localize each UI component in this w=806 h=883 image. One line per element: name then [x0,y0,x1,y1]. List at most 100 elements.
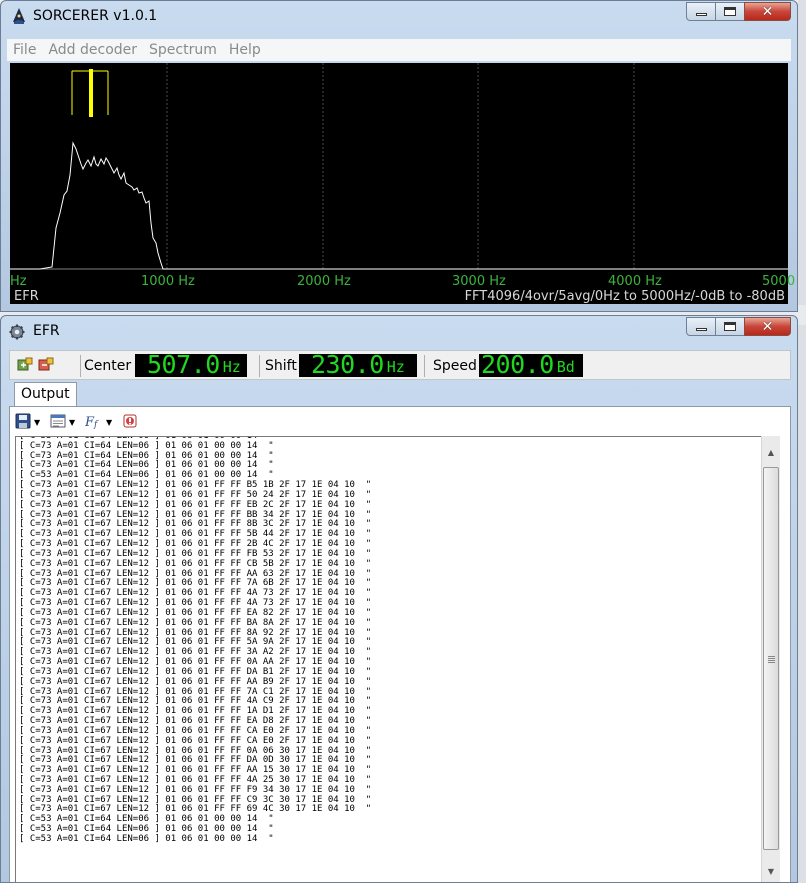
freq-label-2000: 2000 Hz [297,274,351,289]
shift-label: Shift [265,358,297,374]
output-line: [ C=73 A=01 CI=67 LEN=12 ] 01 06 01 FF F… [19,774,372,785]
center-unit: Hz [222,358,241,376]
output-scrollbar[interactable]: ▲ ▼ [761,436,780,882]
output-line: [ C=73 A=01 CI=67 LEN=12 ] 01 06 01 FF F… [19,539,372,550]
efr-close-button[interactable]: ✕ [744,317,791,336]
tab-output[interactable]: Output [14,382,77,407]
output-line: [ C=53 A=01 CI=64 LEN=06 ] 01 06 01 00 0… [19,824,274,835]
output-line: [ C=73 A=01 CI=67 LEN=12 ] 01 06 01 FF F… [19,804,372,815]
output-line: [ C=73 A=01 CI=67 LEN=12 ] 01 06 01 FF F… [19,578,372,589]
shift-value: 230.0 [311,354,384,377]
output-panel: ▼ ▼ F f ▼ [ C=53 A=01 CI=64 LEN=06 ] 01 … [9,406,791,882]
output-line: [ C=73 A=01 CI=64 LEN=06 ] 01 06 01 00 0… [19,460,274,471]
output-line: [ C=73 A=01 CI=67 LEN=12 ] 01 06 01 FF F… [19,617,372,628]
efr-maximize-button[interactable] [715,317,745,336]
output-text: [ C=53 A=01 CI=64 LEN=06 ] 01 06 01 00 0… [19,437,372,845]
tab-strip: Output [9,382,791,407]
menu-help[interactable]: Help [223,42,267,58]
efr-minimize-button[interactable] [686,317,716,336]
freq-label-3000: 3000 Hz [452,274,506,289]
freq-label-4000: 4000 Hz [608,274,662,289]
output-line: [ C=73 A=01 CI=67 LEN=12 ] 01 06 01 FF F… [19,558,372,569]
output-line: [ C=73 A=01 CI=67 LEN=12 ] 01 06 01 FF F… [19,529,372,540]
menu-add-decoder[interactable]: Add decoder [42,42,143,58]
format-dropdown-arrow[interactable]: ▼ [69,418,75,427]
output-line: [ C=73 A=01 CI=67 LEN=12 ] 01 06 01 FF F… [19,794,372,805]
output-line: [ C=73 A=01 CI=67 LEN=12 ] 01 06 01 FF F… [19,745,372,756]
decoder-label: EFR [14,289,39,304]
output-line: [ C=73 A=01 CI=67 LEN=12 ] 01 06 01 FF F… [19,765,372,776]
menu-file[interactable]: File [7,42,42,58]
freq-label-5000: 5000 [762,274,796,289]
freq-label-1000: 1000 Hz [141,274,195,289]
output-line: [ C=73 A=01 CI=67 LEN=12 ] 01 06 01 FF F… [19,696,372,707]
efr-window: EFR ✕ Center 507.0 Hz Shift 230.0 Hz Spe… [0,315,798,883]
output-line: [ C=73 A=01 CI=67 LEN=12 ] 01 06 01 FF F… [19,509,372,520]
output-line: [ C=73 A=01 CI=64 LEN=06 ] 01 06 01 00 0… [19,440,274,451]
minimize-icon [695,328,707,331]
add-plugin-icon[interactable] [16,357,34,374]
close-button[interactable]: ✕ [744,2,791,21]
output-line: [ C=73 A=01 CI=67 LEN=12 ] 01 06 01 FF F… [19,735,372,746]
output-line: [ C=73 A=01 CI=67 LEN=12 ] 01 06 01 FF F… [19,489,372,500]
output-line: [ C=73 A=01 CI=67 LEN=12 ] 01 06 01 FF F… [19,666,372,677]
output-line: [ C=73 A=01 CI=67 LEN=12 ] 01 06 01 FF F… [19,755,372,766]
scroll-thumb[interactable] [763,467,779,850]
center-value: 507.0 [147,354,220,377]
output-line: [ C=73 A=01 CI=67 LEN=12 ] 01 06 01 FF F… [19,627,372,638]
main-titlebar[interactable]: SORCERER v1.0.1 ✕ [1,1,797,31]
font-icon[interactable]: F f [85,413,103,429]
output-line: [ C=73 A=01 CI=67 LEN=12 ] 01 06 01 FF F… [19,637,372,648]
fft-info: FFT4096/4ovr/5avg/0Hz to 5000Hz/-0dB to … [464,289,785,304]
gear-icon [9,324,25,340]
spectrum-display[interactable]: Hz 1000 Hz 2000 Hz 3000 Hz 4000 Hz 5000 … [10,63,795,304]
shift-unit: Hz [386,358,405,376]
save-dropdown-arrow[interactable]: ▼ [34,418,40,427]
output-line: [ C=73 A=01 CI=67 LEN=12 ] 01 06 01 FF F… [19,647,372,658]
speed-display[interactable]: 200.0 Bd [479,354,583,377]
efr-window-title: EFR [33,323,60,339]
close-icon: ✕ [761,318,774,335]
scroll-down-button[interactable]: ▼ [763,863,779,879]
scroll-up-button[interactable]: ▲ [763,444,779,460]
speed-label: Speed [433,358,477,374]
speed-value: 200.0 [481,354,554,377]
center-frequency-display[interactable]: 507.0 Hz [135,354,247,377]
center-label: Center [84,358,132,374]
output-line: [ C=73 A=01 CI=67 LEN=12 ] 01 06 01 FF F… [19,686,372,697]
format-icon[interactable] [50,413,66,429]
font-dropdown-arrow[interactable]: ▼ [106,418,112,427]
main-window-title: SORCERER v1.0.1 [33,8,158,24]
output-line: [ C=73 A=01 CI=67 LEN=12 ] 01 06 01 FF F… [19,716,372,727]
output-line: [ C=73 A=01 CI=67 LEN=12 ] 01 06 01 FF F… [19,657,372,668]
sorcerer-app-icon [13,8,25,24]
output-line: [ C=73 A=01 CI=67 LEN=12 ] 01 06 01 FF F… [19,725,372,736]
maximize-icon [724,322,736,331]
output-line: [ C=73 A=01 CI=67 LEN=12 ] 01 06 01 FF F… [19,480,372,491]
minimize-button[interactable] [686,2,716,21]
close-icon: ✕ [761,3,774,20]
toolbar-separator [259,355,260,377]
freq-label-0: Hz [10,274,27,289]
output-line: [ C=73 A=01 CI=67 LEN=12 ] 01 06 01 FF F… [19,676,372,687]
desktop-background [798,0,806,883]
speed-unit: Bd [556,358,575,376]
remove-plugin-icon[interactable] [37,357,55,374]
output-line: [ C=73 A=01 CI=67 LEN=12 ] 01 06 01 FF F… [19,784,372,795]
toolbar-separator [424,355,425,377]
clear-icon[interactable] [122,413,138,429]
menu-spectrum[interactable]: Spectrum [143,42,223,58]
output-textbox[interactable]: [ C=53 A=01 CI=64 LEN=06 ] 01 06 01 00 0… [15,436,761,882]
shift-display[interactable]: 230.0 Hz [299,354,417,377]
output-line: [ C=53 A=01 CI=64 LEN=06 ] 01 06 01 00 0… [19,814,274,825]
save-icon[interactable] [15,413,31,429]
efr-titlebar[interactable]: EFR ✕ [1,316,797,346]
output-line: [ C=73 A=01 CI=67 LEN=12 ] 01 06 01 FF F… [19,607,372,618]
spectrum-trace [10,141,788,270]
output-line: [ C=73 A=01 CI=67 LEN=12 ] 01 06 01 FF F… [19,499,372,510]
maximize-button[interactable] [715,2,745,21]
decoder-center-marker [89,69,93,117]
output-line: [ C=73 A=01 CI=67 LEN=12 ] 01 06 01 FF F… [19,568,372,579]
output-line: [ C=73 A=01 CI=67 LEN=12 ] 01 06 01 FF F… [19,598,372,609]
output-line: [ C=73 A=01 CI=67 LEN=12 ] 01 06 01 FF F… [19,519,372,530]
